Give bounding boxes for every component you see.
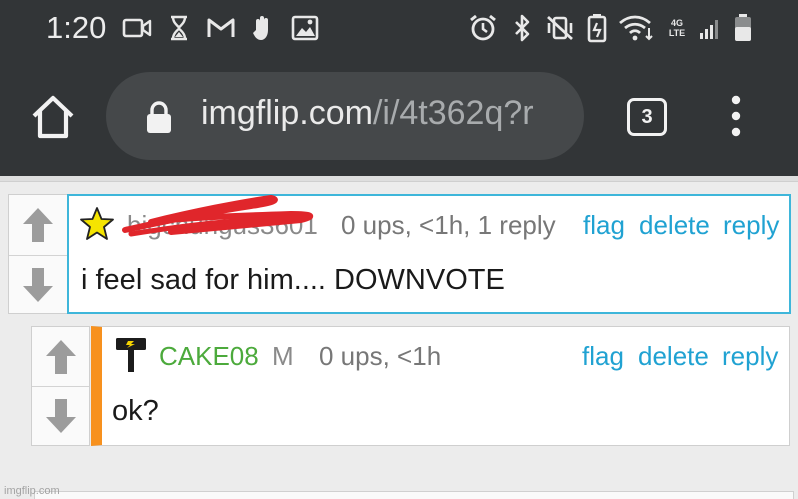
page-content: bigchungus3601 0 ups, <1h, 1 reply flag … bbox=[0, 176, 798, 499]
tab-switcher-button[interactable]: 3 bbox=[627, 98, 667, 136]
up-arrow-icon bbox=[45, 339, 76, 374]
signal-icon bbox=[696, 13, 726, 43]
previous-panel-edge bbox=[0, 176, 798, 182]
delete-link[interactable]: delete bbox=[639, 210, 710, 241]
url-bar[interactable]: imgflip.com/i/4t362q?r bbox=[106, 72, 584, 160]
battery-saver-icon bbox=[585, 13, 609, 43]
gmail-icon bbox=[205, 13, 237, 43]
imgflip-watermark: imgflip.com bbox=[4, 485, 60, 497]
reply-link[interactable]: reply bbox=[722, 341, 778, 372]
tab-count: 3 bbox=[641, 105, 653, 128]
video-icon bbox=[121, 13, 153, 43]
reply-comment: CAKE08 M 0 ups, <1h flag delete reply ok… bbox=[91, 326, 790, 446]
browser-toolbar: imgflip.com/i/4t362q?r 3 bbox=[0, 56, 798, 176]
url-path: /i/4t362q?r bbox=[372, 94, 534, 132]
next-comment-edge bbox=[34, 491, 794, 499]
delete-link[interactable]: delete bbox=[638, 341, 709, 372]
comment: bigchungus3601 0 ups, <1h, 1 reply flag … bbox=[67, 194, 791, 314]
lte-label: 4G LTE bbox=[668, 18, 686, 38]
downvote-button[interactable] bbox=[9, 256, 67, 314]
hand-icon bbox=[250, 13, 276, 43]
bluetooth-icon bbox=[510, 13, 534, 43]
up-arrow-icon bbox=[23, 208, 53, 242]
url-text: imgflip.com/i/4t362q?r bbox=[201, 94, 534, 133]
comment-meta: 0 ups, <1h, 1 reply bbox=[341, 210, 556, 240]
url-domain: imgflip.com bbox=[201, 94, 373, 132]
comment-text: i feel sad for him.... DOWNVOTE bbox=[81, 264, 505, 296]
wifi-icon bbox=[617, 13, 657, 43]
vote-column bbox=[31, 326, 90, 446]
mod-tag: M bbox=[272, 341, 294, 371]
upvote-button[interactable] bbox=[9, 195, 67, 255]
star-icon bbox=[80, 207, 114, 240]
reply-link[interactable]: reply bbox=[723, 210, 779, 241]
hammer-icon bbox=[116, 338, 146, 372]
battery-icon bbox=[732, 13, 754, 43]
hourglass-icon bbox=[167, 13, 191, 43]
comment-text: ok? bbox=[112, 395, 159, 427]
comment-username[interactable]: CAKE08 bbox=[159, 341, 259, 372]
vibrate-mute-icon bbox=[544, 13, 576, 43]
status-time: 1:20 bbox=[46, 10, 107, 45]
red-scribble-redaction bbox=[122, 195, 314, 237]
image-icon bbox=[290, 13, 320, 43]
downvote-button[interactable] bbox=[32, 387, 89, 445]
down-arrow-icon bbox=[45, 399, 76, 433]
flag-link[interactable]: flag bbox=[582, 341, 624, 372]
status-bar: 1:20 4G LTE bbox=[0, 0, 798, 56]
down-arrow-icon bbox=[23, 268, 53, 302]
vote-column bbox=[8, 194, 68, 314]
home-icon bbox=[32, 95, 74, 139]
upvote-button[interactable] bbox=[32, 327, 89, 386]
flag-link[interactable]: flag bbox=[583, 210, 625, 241]
overflow-menu-button[interactable] bbox=[722, 94, 750, 138]
lte-icon: 4G LTE bbox=[664, 13, 690, 43]
kebab-menu-icon bbox=[731, 95, 741, 137]
comment-meta: 0 ups, <1h bbox=[319, 341, 442, 371]
home-button[interactable] bbox=[28, 94, 78, 140]
alarm-icon bbox=[467, 13, 499, 43]
lock-icon bbox=[144, 100, 174, 134]
